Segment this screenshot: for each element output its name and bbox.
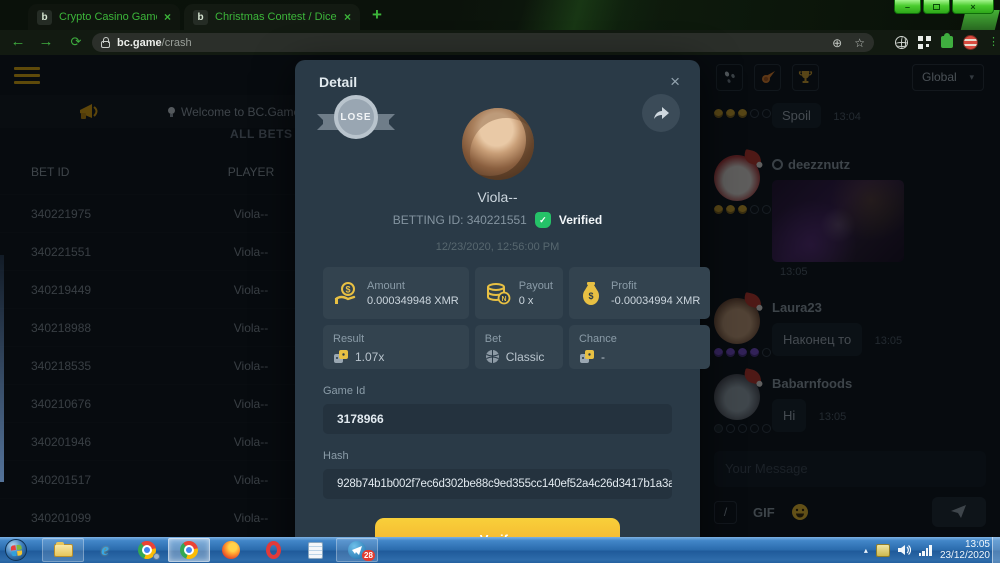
new-tab-button[interactable]: + [372,5,382,25]
folder-icon [54,544,73,557]
notepad-icon [308,542,323,559]
extensions-row: ⋮ [895,32,992,52]
window-maximize-button[interactable] [923,0,950,14]
language-indicator-icon[interactable] [876,544,890,557]
lose-badge: LOSE [323,92,389,146]
back-button[interactable]: ← [8,33,28,51]
gear-icon [153,553,160,560]
taskbar-chrome-active[interactable] [168,538,210,562]
bet-detail-modal: Detail × LOSE Viola-- BETTING ID: 340221… [295,60,700,560]
tab-favicon: b [37,10,52,25]
browser-menu-icon[interactable]: ⋮ [988,40,992,45]
tray-expand-icon[interactable]: ▴ [864,546,868,555]
window-minimize-button[interactable]: – [894,0,921,14]
start-button[interactable] [5,539,27,561]
betting-id: BETTING ID: 340221551 [393,213,527,227]
hand-coin-icon: $ [333,280,359,306]
share-arrow-icon [652,105,670,121]
verified-shield-icon: ✓ [535,212,551,228]
tab-close-icon[interactable]: × [164,10,171,24]
volume-icon[interactable] [898,544,911,556]
window-close-button[interactable]: × [952,0,994,14]
windows-taskbar: e 28 ▴ 13:05 [0,537,1000,563]
player-avatar[interactable] [462,108,534,180]
windows-logo-icon [10,544,22,556]
dice-icon [579,349,595,365]
svg-text:$: $ [345,285,350,295]
svg-text:$: $ [588,291,593,301]
svg-text:N: N [501,296,506,303]
system-tray: ▴ 13:05 23/12/2020 [864,537,990,563]
chrome-icon [180,541,198,559]
qr-extension-icon[interactable] [918,36,931,49]
bookmark-star-icon[interactable]: ☆ [854,36,865,50]
player-name[interactable]: Viola-- [295,189,700,205]
verified-label: Verified [559,213,602,227]
dice-icon [333,349,349,365]
bet-datetime: 12/23/2020, 12:56:00 PM [295,241,700,253]
modal-close-icon[interactable]: × [670,73,680,90]
screen: b Crypto Casino Games - The 16 B × b Chr… [0,0,1000,563]
hash-label: Hash [323,450,672,462]
hash-field[interactable]: 928b74b1b002f7ec6d302be88c9ed355cc140ef5… [323,469,672,499]
tab-close-icon[interactable]: × [344,10,351,24]
stat-bet: Bet Classic [475,325,563,369]
url-text: bc.game/crash [117,37,192,49]
game-id-field[interactable]: 3178966 [323,404,672,434]
taskbar-clock[interactable]: 13:05 23/12/2020 [940,539,990,561]
window-border [0,255,4,482]
reload-button[interactable]: ⟳ [66,33,86,51]
ball-icon [485,349,500,364]
modal-title: Detail [319,74,357,90]
stat-result: Result 1.07x [323,325,469,369]
ie-icon: e [101,540,109,560]
tab-title: Crypto Casino Games - The 16 B [59,11,157,23]
forward-button[interactable]: → [36,33,56,51]
browser-tab-christmas-contest[interactable]: b Christmas Contest / Dice Roll Hu × [184,4,360,30]
game-id-label: Game Id [323,385,672,397]
share-button[interactable] [642,94,680,132]
globe-extension-icon[interactable] [895,36,908,49]
bet-stats-grid: $ Amount0.000349948 XMR N Payout0 x [323,267,672,369]
puzzle-extension-icon[interactable] [941,36,953,48]
firefox-icon [222,541,240,559]
stat-chance: Chance - [569,325,710,369]
show-desktop-button[interactable] [992,537,1000,563]
taskbar-explorer[interactable] [42,538,84,562]
tab-favicon: b [193,10,208,25]
tab-title: Christmas Contest / Dice Roll Hu [215,11,337,23]
browser-tab-bar: b Crypto Casino Games - The 16 B × b Chr… [0,0,1000,30]
stat-profit: $ Profit-0.00034994 XMR [569,267,710,319]
opera-icon [266,541,281,559]
money-bag-icon: $ [579,280,603,306]
ssl-lock-icon[interactable] [101,41,110,48]
send-to-device-icon[interactable]: ⊕ [832,36,842,50]
browser-tab-crypto-casino[interactable]: b Crypto Casino Games - The 16 B × [28,4,180,30]
taskbar-notepad[interactable] [294,538,336,562]
taskbar-telegram[interactable]: 28 [336,538,378,562]
browser-profile-avatar[interactable] [963,35,978,50]
taskbar-chromium[interactable] [126,538,168,562]
taskbar-firefox[interactable] [210,538,252,562]
taskbar-internet-explorer[interactable]: e [84,538,126,562]
stat-amount: $ Amount0.000349948 XMR [323,267,469,319]
taskbar-opera[interactable] [252,538,294,562]
address-bar[interactable]: bc.game/crash ⊕ ☆ [92,33,874,52]
telegram-badge: 28 [362,550,375,561]
coin-stack-icon: N [485,280,511,306]
window-controls: – × [894,0,994,14]
network-signal-icon[interactable] [919,545,932,556]
stat-payout: N Payout0 x [475,267,563,319]
